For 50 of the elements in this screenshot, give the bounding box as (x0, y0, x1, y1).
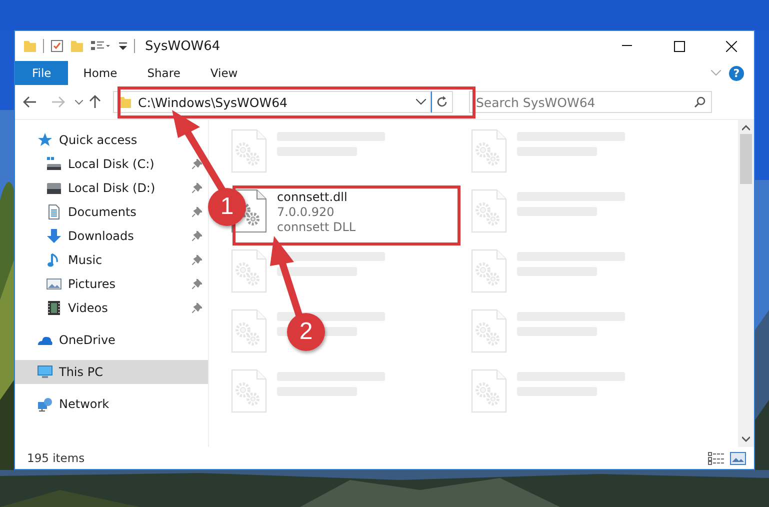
ribbon-tab[interactable]: Share (132, 61, 196, 85)
details-view-icon[interactable] (708, 451, 724, 465)
sidebar-item[interactable]: Quick access (15, 128, 208, 152)
document-icon (46, 204, 62, 220)
address-field[interactable]: C:\Windows\SysWOW64 (113, 91, 431, 113)
back-arrow-icon[interactable] (23, 96, 37, 108)
maximize-icon (674, 40, 684, 52)
pictures-icon (46, 276, 62, 292)
sidebar-item[interactable]: Local Disk (C:) (15, 152, 208, 176)
videos-icon (46, 300, 62, 316)
ribbon-tab[interactable]: Home (68, 61, 132, 85)
scroll-down-icon[interactable] (742, 435, 750, 443)
sidebar-item[interactable]: Pictures (15, 272, 208, 296)
list-dropdown-icon[interactable] (90, 39, 112, 53)
ribbon-tab[interactable]: File (15, 61, 68, 85)
chevron-down-icon[interactable] (711, 70, 721, 76)
system-drive-icon (46, 156, 62, 172)
download-icon (46, 228, 62, 244)
customize-caret-icon[interactable] (118, 41, 128, 51)
close-icon (726, 40, 736, 52)
sidebar-item[interactable]: Downloads (15, 224, 208, 248)
refresh-icon (436, 96, 448, 108)
computer-icon (37, 364, 53, 380)
scrollbar[interactable] (738, 120, 754, 447)
dropdown-caret-icon[interactable] (416, 99, 426, 105)
help-button[interactable]: ? (729, 66, 744, 80)
sidebar-item[interactable]: Music (15, 248, 208, 272)
drive-icon (46, 180, 62, 196)
large-icons-view-icon[interactable] (730, 452, 746, 464)
file-name: connsett.dll (277, 190, 348, 204)
scroll-up-icon[interactable] (742, 124, 750, 132)
network-icon (37, 396, 53, 412)
ribbon-tab[interactable]: View (195, 61, 253, 85)
sidebar-item[interactable]: Videos (15, 296, 208, 320)
file-detail: connsett DLL (277, 220, 356, 234)
sidebar-item[interactable]: Documents (15, 200, 208, 224)
item-count: 195 items (27, 451, 85, 465)
checklist-icon[interactable] (50, 39, 64, 53)
sidebar-item[interactable]: This PC (15, 360, 208, 384)
window-title: SysWOW64 (145, 38, 220, 54)
refresh-button[interactable] (431, 91, 453, 113)
up-arrow-icon[interactable] (89, 95, 101, 109)
file-detail: 7.0.0.920 (277, 205, 336, 219)
sidebar-item[interactable]: Network (15, 392, 208, 416)
minimize-icon (622, 45, 632, 47)
sidebar-item[interactable]: OneDrive (15, 328, 208, 352)
scroll-thumb[interactable] (740, 134, 752, 184)
recent-caret-icon[interactable] (75, 100, 83, 104)
star-icon (37, 132, 53, 148)
sidebar-item[interactable]: Local Disk (D:) (15, 176, 208, 200)
